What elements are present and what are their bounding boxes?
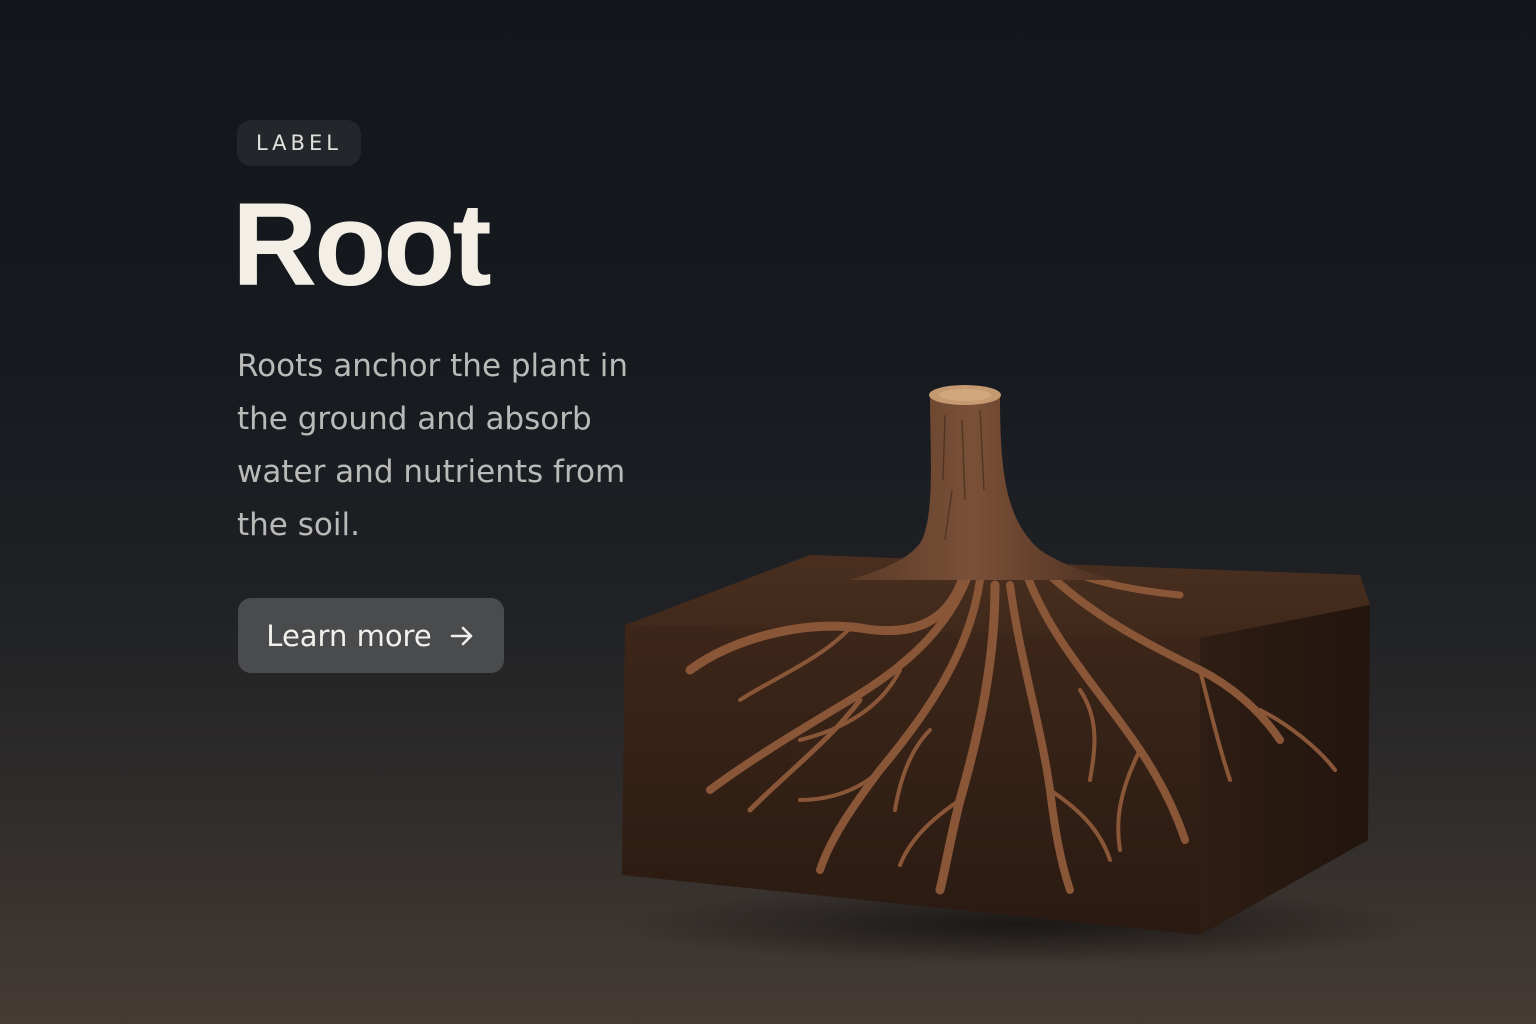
arrow-right-icon	[450, 626, 472, 645]
root-soil-illustration	[620, 385, 1420, 965]
page-title: Root	[232, 179, 492, 311]
category-label: LABEL	[237, 120, 361, 166]
learn-more-button[interactable]: Learn more	[238, 598, 504, 673]
hero-section: LABEL Root Roots anchor the plant in the…	[0, 0, 1536, 1024]
learn-more-label: Learn more	[266, 618, 432, 653]
